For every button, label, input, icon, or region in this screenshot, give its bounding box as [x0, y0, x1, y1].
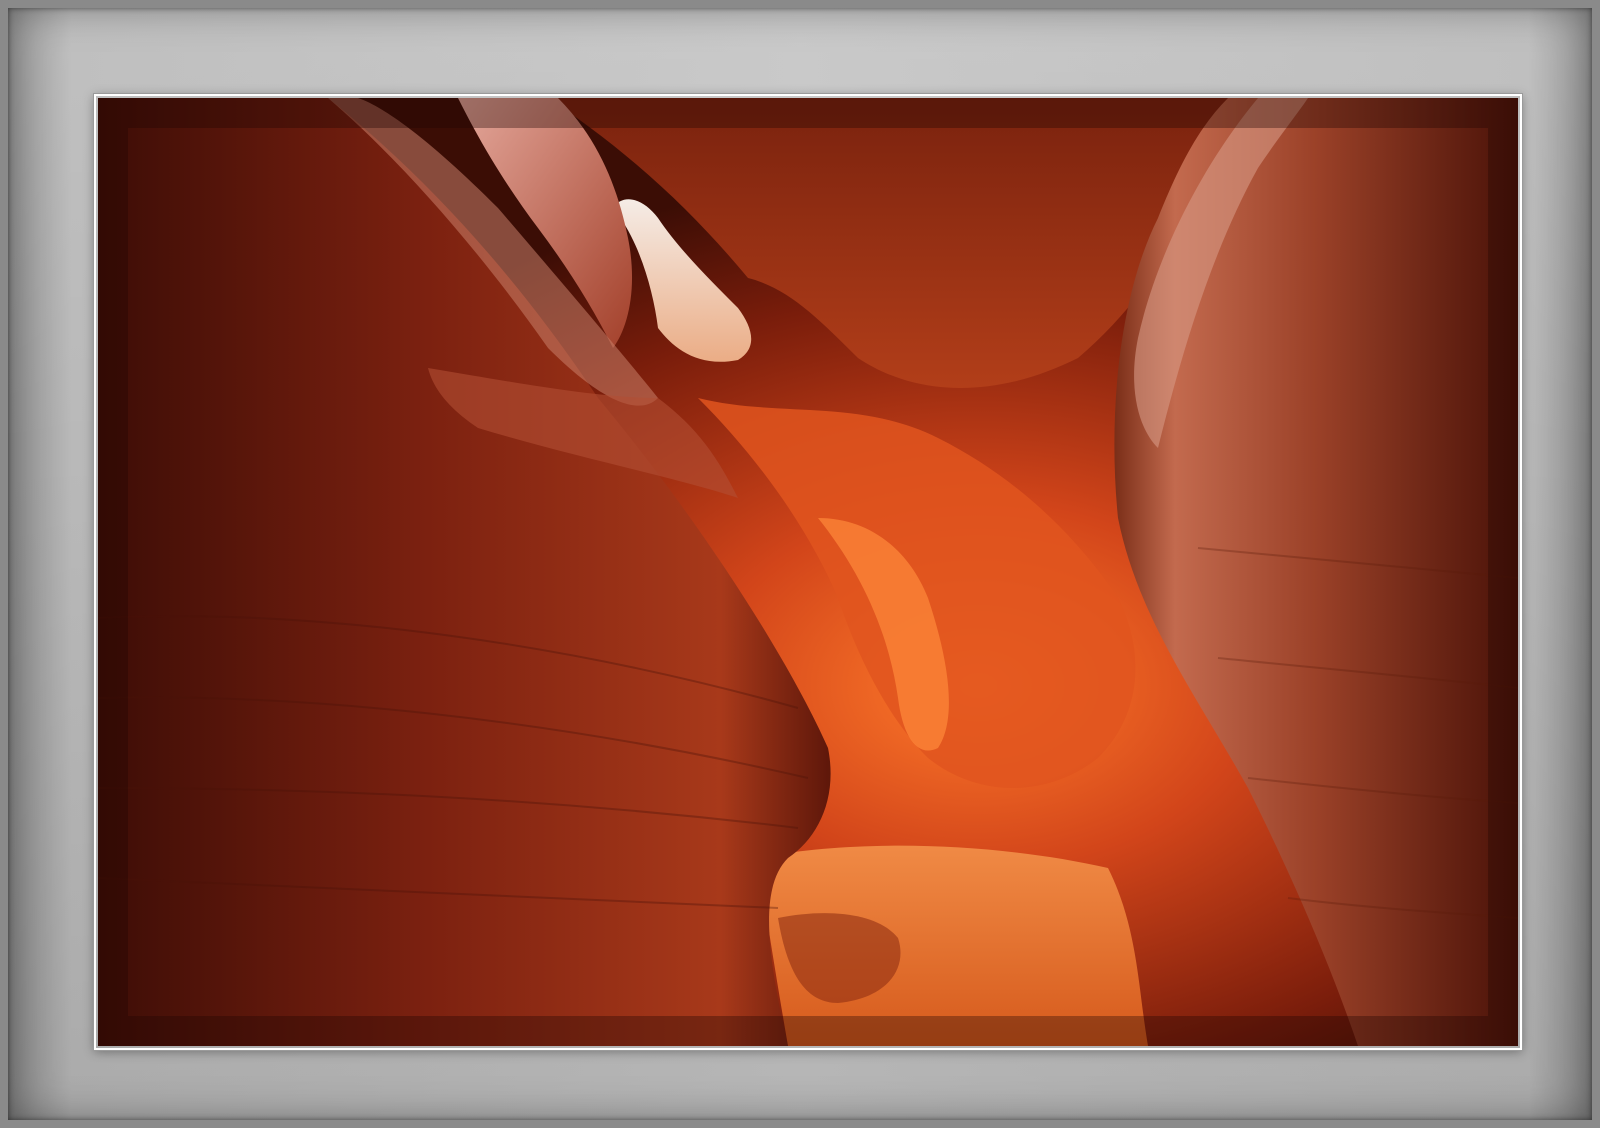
- canyon-photograph: [98, 98, 1518, 1046]
- photo-border: [94, 94, 1522, 1050]
- canyon-illustration: [98, 98, 1518, 1046]
- picture-frame-mat: [0, 0, 1600, 1128]
